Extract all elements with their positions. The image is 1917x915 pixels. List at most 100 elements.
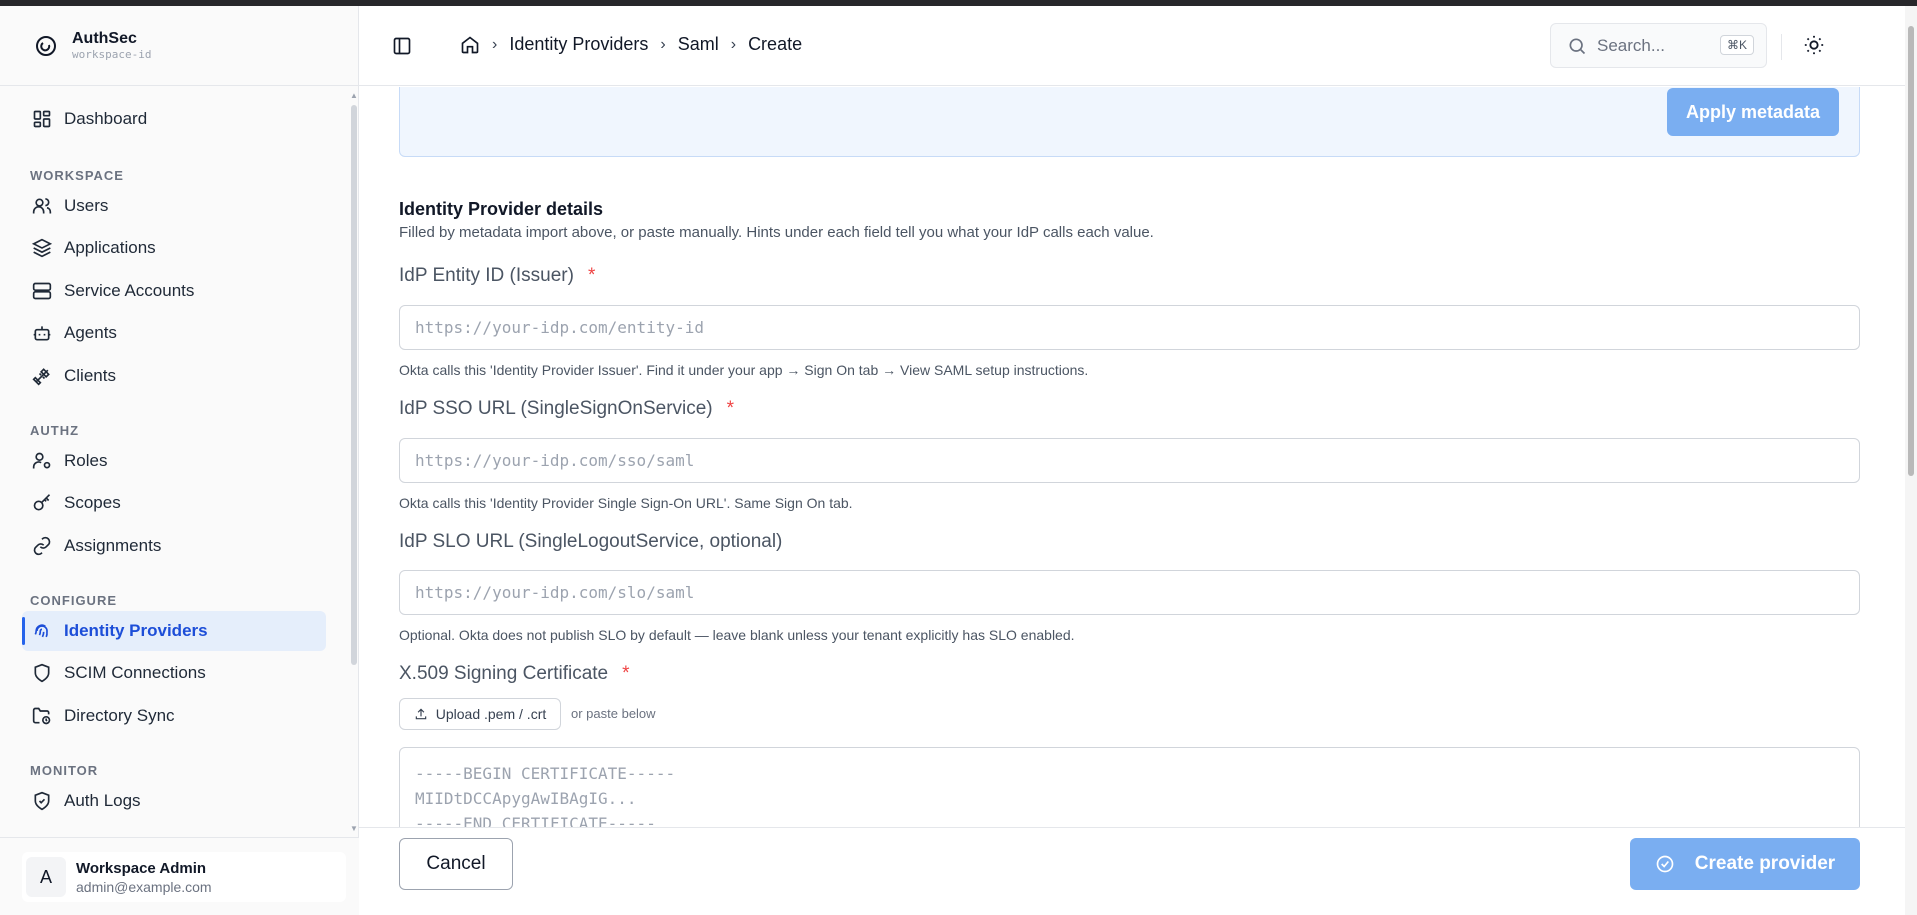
brand-logo-icon bbox=[36, 35, 56, 56]
slo-url-hint: Optional. Okta does not publish SLO by d… bbox=[399, 627, 1075, 643]
page-scrollbar[interactable] bbox=[1905, 6, 1917, 915]
folder-sync-icon bbox=[32, 706, 52, 726]
required-marker: * bbox=[726, 398, 735, 419]
sidebar-item-agents[interactable]: Agents bbox=[22, 313, 326, 353]
apply-metadata-button[interactable]: Apply metadata bbox=[1667, 88, 1839, 136]
sun-icon[interactable] bbox=[1803, 34, 1825, 56]
user-name: Workspace Admin bbox=[76, 859, 207, 877]
chevron-right-icon: › bbox=[730, 35, 737, 53]
sidebar-item-directory-sync[interactable]: Directory Sync bbox=[22, 696, 326, 736]
search-shortcut: ⌘K bbox=[1719, 35, 1754, 55]
sidebar-item-users[interactable]: Users bbox=[22, 186, 326, 226]
sidebar-toggle-icon[interactable] bbox=[392, 36, 412, 56]
workspace-id: workspace-id bbox=[72, 47, 152, 61]
sidebar-item-auth-logs[interactable]: Auth Logs bbox=[22, 781, 326, 821]
slo-url-label: IdP SLO URL (SingleLogoutService, option… bbox=[399, 531, 783, 552]
sidebar-item-roles[interactable]: Roles bbox=[22, 441, 326, 481]
header-divider bbox=[1781, 34, 1782, 60]
breadcrumb: › Identity Providers › Saml › Create bbox=[460, 34, 802, 55]
form-content: Apply metadata Identity Provider details… bbox=[359, 87, 1905, 827]
chevron-right-icon: › bbox=[660, 35, 666, 53]
breadcrumb-create: Create bbox=[748, 34, 803, 54]
sidebar-scrollbar[interactable]: ▲ ▼ bbox=[348, 87, 358, 837]
plug-icon bbox=[32, 366, 52, 386]
certificate-label: X.509 Signing Certificate * bbox=[399, 663, 630, 684]
cancel-button[interactable]: Cancel bbox=[399, 838, 513, 890]
section-title-workspace: WORKSPACE bbox=[30, 168, 124, 183]
shield-icon bbox=[32, 663, 52, 683]
sidebar-item-label: Applications bbox=[64, 238, 156, 257]
section-title-authz: AUTHZ bbox=[30, 423, 80, 438]
user-menu[interactable]: A Workspace Admin admin@example.com bbox=[22, 852, 346, 902]
certificate-textarea[interactable]: -----BEGIN CERTIFICATE----- MIIDtDCCApyg… bbox=[399, 747, 1860, 827]
users-icon bbox=[32, 196, 52, 216]
breadcrumb-saml[interactable]: Saml bbox=[678, 34, 719, 55]
entity-id-label: IdP Entity ID (Issuer) * bbox=[399, 265, 596, 286]
sidebar-item-scim-connections[interactable]: SCIM Connections bbox=[22, 653, 326, 693]
search-input[interactable]: Search... ⌘K bbox=[1550, 23, 1767, 68]
sso-url-hint: Okta calls this 'Identity Provider Singl… bbox=[399, 495, 853, 511]
sidebar-item-label: Identity Providers bbox=[64, 621, 208, 640]
section-title-configure: CONFIGURE bbox=[30, 593, 117, 608]
top-header: › Identity Providers › Saml › Create Sea… bbox=[359, 6, 1917, 86]
brand-name: AuthSec bbox=[72, 29, 137, 47]
form-footer: Cancel Create provider bbox=[359, 827, 1905, 915]
home-icon[interactable] bbox=[460, 35, 480, 55]
bot-icon bbox=[32, 323, 52, 343]
sidebar-item-applications[interactable]: Applications bbox=[22, 228, 326, 268]
metadata-import-panel: Apply metadata bbox=[399, 87, 1860, 157]
upload-icon bbox=[415, 708, 426, 720]
dashboard-icon bbox=[32, 109, 52, 129]
sidebar-item-label: Directory Sync bbox=[64, 706, 175, 725]
sidebar-item-scopes[interactable]: Scopes bbox=[22, 483, 326, 523]
entity-id-input[interactable] bbox=[399, 305, 1860, 350]
sidebar-item-label: Dashboard bbox=[64, 109, 148, 128]
section-title-monitor: MONITOR bbox=[30, 763, 99, 778]
server-icon bbox=[32, 281, 52, 301]
sidebar-item-label: Clients bbox=[64, 366, 116, 385]
app-shell: AuthSec workspace-id Dashboard WORKSPACE… bbox=[0, 6, 1917, 915]
key-icon bbox=[32, 493, 52, 513]
fingerprint-icon bbox=[32, 621, 52, 641]
shield-check-icon bbox=[32, 791, 52, 811]
section-description: Filled by metadata import above, or past… bbox=[399, 224, 1154, 241]
required-marker: * bbox=[622, 663, 630, 684]
sidebar-item-label: Auth Logs bbox=[64, 791, 141, 810]
sidebar-item-dashboard[interactable]: Dashboard bbox=[22, 99, 326, 139]
sso-url-label: IdP SSO URL (SingleSignOnService) * bbox=[399, 398, 735, 419]
avatar: A bbox=[26, 857, 66, 897]
user-email: admin@example.com bbox=[76, 878, 212, 895]
brand[interactable]: AuthSec workspace-id bbox=[0, 6, 358, 86]
breadcrumb-identity-providers[interactable]: Identity Providers bbox=[509, 34, 648, 55]
search-icon bbox=[1569, 38, 1586, 54]
sidebar-item-label: Agents bbox=[64, 323, 117, 342]
chevron-right-icon: › bbox=[492, 35, 498, 53]
sso-url-input[interactable] bbox=[399, 438, 1860, 483]
sidebar-item-label: Assignments bbox=[64, 536, 162, 555]
check-circle-icon bbox=[1656, 855, 1674, 873]
sidebar-nav: Dashboard WORKSPACE Users Applications S… bbox=[0, 87, 348, 837]
link-icon bbox=[32, 536, 52, 556]
sidebar-item-service-accounts[interactable]: Service Accounts bbox=[22, 271, 326, 311]
sidebar-scroll-thumb[interactable] bbox=[351, 105, 357, 665]
main-area: › Identity Providers › Saml › Create Sea… bbox=[359, 6, 1917, 915]
sidebar-item-label: Users bbox=[64, 196, 109, 215]
sidebar: AuthSec workspace-id Dashboard WORKSPACE… bbox=[0, 6, 359, 915]
search-placeholder: Search... bbox=[1597, 35, 1666, 55]
create-provider-button[interactable]: Create provider bbox=[1630, 838, 1860, 890]
section-title: Identity Provider details bbox=[399, 199, 604, 219]
scroll-up-arrow-icon[interactable]: ▲ bbox=[350, 91, 358, 100]
sidebar-item-assignments[interactable]: Assignments bbox=[22, 526, 326, 566]
page-scroll-thumb[interactable] bbox=[1908, 26, 1914, 476]
or-paste-text: or paste below bbox=[571, 706, 656, 721]
upload-certificate-button[interactable]: Upload .pem / .crt bbox=[399, 698, 561, 730]
sidebar-item-label: SCIM Connections bbox=[64, 663, 206, 682]
layers-icon bbox=[32, 238, 52, 258]
user-bar: A Workspace Admin admin@example.com bbox=[0, 837, 359, 915]
sidebar-item-identity-providers[interactable]: Identity Providers bbox=[22, 611, 326, 651]
scroll-down-arrow-icon[interactable]: ▼ bbox=[350, 824, 358, 833]
entity-id-hint: Okta calls this 'Identity Provider Issue… bbox=[399, 362, 1089, 378]
sidebar-item-label: Roles bbox=[64, 451, 108, 470]
sidebar-item-clients[interactable]: Clients bbox=[22, 356, 326, 396]
slo-url-input[interactable] bbox=[399, 570, 1860, 615]
